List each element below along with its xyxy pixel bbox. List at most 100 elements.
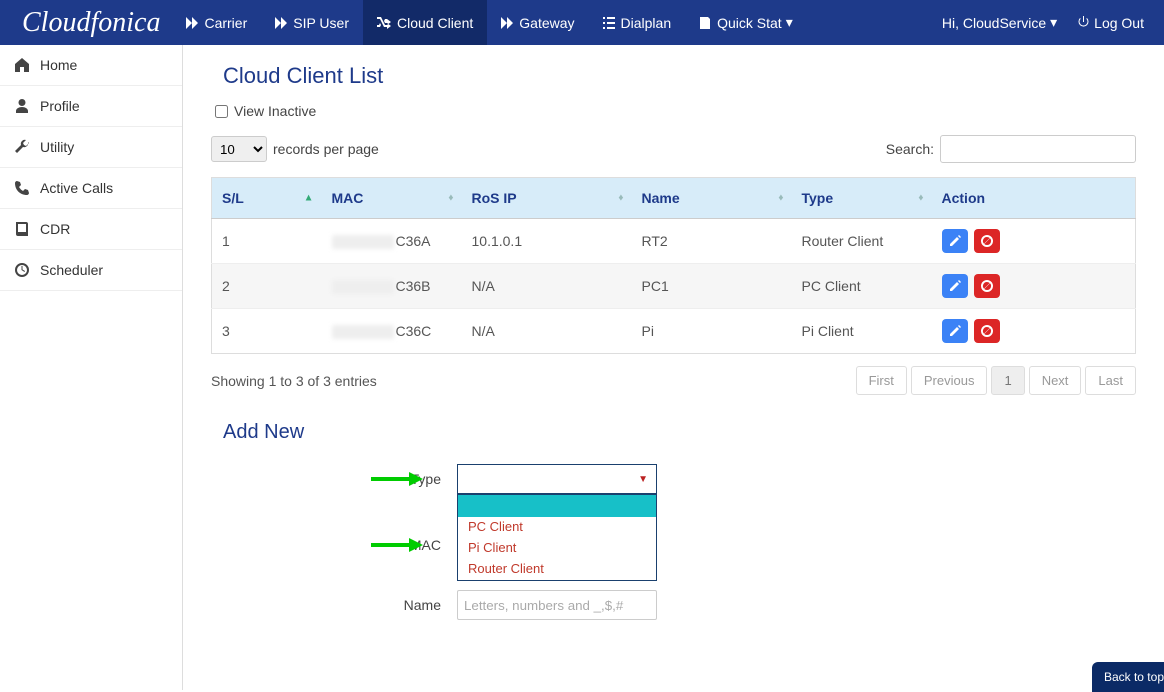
power-icon [1077, 16, 1090, 29]
sort-icon: ♦ [618, 193, 623, 204]
rpp-suffix: records per page [273, 141, 379, 157]
wrench-icon [14, 139, 30, 155]
nav-quick-stat[interactable]: Quick Stat ▾ [685, 0, 807, 45]
back-to-top-button[interactable]: Back to top [1092, 662, 1164, 692]
cell-type: Pi Client [792, 309, 932, 354]
col-action: Action [932, 178, 1136, 219]
nav-gateway[interactable]: Gateway [487, 0, 588, 45]
pager-page-1[interactable]: 1 [991, 366, 1024, 395]
table-row: 2 C36B N/A PC1 PC Client [212, 264, 1136, 309]
chevron-down-icon: ▼ [638, 474, 648, 485]
arrow-right-icon [371, 472, 423, 486]
sidebar-item-cdr[interactable]: CDR [0, 209, 182, 250]
pager-first[interactable]: First [856, 366, 907, 395]
nav-label: Gateway [519, 15, 574, 31]
pencil-icon [949, 280, 961, 292]
phone-icon [14, 180, 30, 196]
cell-name: RT2 [632, 219, 792, 264]
shuffle-icon [377, 17, 391, 29]
dropdown-option-pc[interactable]: PC Client [458, 517, 656, 538]
ban-icon [981, 235, 993, 247]
col-name[interactable]: Name♦ [632, 178, 792, 219]
name-input[interactable] [457, 590, 657, 620]
arrow-right-icon [371, 538, 423, 552]
delete-button[interactable] [974, 229, 1000, 253]
sidebar-item-label: Profile [40, 98, 80, 114]
user-area: Hi, CloudService ▾ Log Out [942, 14, 1154, 31]
nav-cloud-client[interactable]: Cloud Client [363, 0, 487, 45]
nav-label: Carrier [204, 15, 247, 31]
brand-logo: Cloudfonica [10, 7, 172, 39]
cell-rosip: N/A [462, 264, 632, 309]
sidebar-item-label: Scheduler [40, 262, 103, 278]
client-table: S/L▲ MAC♦ RoS IP♦ Name♦ Type♦ Action 1 C… [211, 177, 1136, 354]
logout-link[interactable]: Log Out [1077, 15, 1144, 31]
pencil-icon [949, 325, 961, 337]
edit-button[interactable] [942, 274, 968, 298]
search-input[interactable] [940, 135, 1136, 163]
top-nav-bar: Cloudfonica Carrier SIP User Cloud Clien… [0, 0, 1164, 45]
nav-label: Quick Stat [717, 15, 782, 31]
chevron-down-icon: ▾ [1050, 14, 1057, 31]
cell-rosip: 10.1.0.1 [462, 219, 632, 264]
col-sl[interactable]: S/L▲ [212, 178, 322, 219]
main-content: Cloud Client List View Inactive 10 recor… [183, 45, 1164, 690]
cell-sl: 2 [212, 264, 322, 309]
cell-name: Pi [632, 309, 792, 354]
list-icon [603, 17, 615, 29]
view-inactive-checkbox[interactable] [215, 105, 228, 118]
clock-icon [14, 262, 30, 278]
nav-carrier[interactable]: Carrier [172, 0, 261, 45]
cell-sl: 1 [212, 219, 322, 264]
pagination: First Previous 1 Next Last [856, 366, 1136, 395]
logout-label: Log Out [1094, 15, 1144, 31]
dropdown-selected-blank[interactable] [458, 495, 656, 517]
cell-mac: C36B [322, 264, 462, 309]
ban-icon [981, 325, 993, 337]
col-rosip[interactable]: RoS IP♦ [462, 178, 632, 219]
sidebar-item-active-calls[interactable]: Active Calls [0, 168, 182, 209]
pencil-icon [949, 235, 961, 247]
sidebar-item-home[interactable]: Home [0, 45, 182, 86]
form-row-name: Name [321, 590, 1136, 620]
pager-last[interactable]: Last [1085, 366, 1136, 395]
dropdown-option-pi[interactable]: Pi Client [458, 538, 656, 559]
type-select[interactable]: ▼ [457, 464, 657, 494]
home-icon [14, 57, 30, 73]
sidebar-item-label: Home [40, 57, 77, 73]
chevron-down-icon: ▾ [786, 14, 793, 31]
user-menu[interactable]: Hi, CloudService ▾ [942, 14, 1057, 31]
delete-button[interactable] [974, 274, 1000, 298]
form-row-mac: MAC [321, 530, 1136, 560]
col-mac[interactable]: MAC♦ [322, 178, 462, 219]
sidebar-item-scheduler[interactable]: Scheduler [0, 250, 182, 291]
col-type[interactable]: Type♦ [792, 178, 932, 219]
pager-prev[interactable]: Previous [911, 366, 988, 395]
table-row: 1 C36A 10.1.0.1 RT2 Router Client [212, 219, 1136, 264]
view-inactive-label: View Inactive [234, 103, 316, 119]
forward-icon [275, 17, 287, 29]
pager-next[interactable]: Next [1029, 366, 1082, 395]
user-icon [14, 98, 30, 114]
forward-icon [186, 17, 198, 29]
nav-dialplan[interactable]: Dialplan [589, 0, 686, 45]
view-inactive-toggle[interactable]: View Inactive [215, 103, 1136, 119]
search-label: Search: [886, 141, 934, 157]
sidebar-item-utility[interactable]: Utility [0, 127, 182, 168]
edit-button[interactable] [942, 229, 968, 253]
nav-sip-user[interactable]: SIP User [261, 0, 363, 45]
book-icon [14, 221, 30, 237]
edit-button[interactable] [942, 319, 968, 343]
rpp-select[interactable]: 10 [211, 136, 267, 162]
sidebar-item-profile[interactable]: Profile [0, 86, 182, 127]
dropdown-option-router[interactable]: Router Client [458, 559, 656, 580]
nav-label: Dialplan [621, 15, 672, 31]
page-title: Cloud Client List [223, 63, 1136, 89]
form-row-type: Type ▼ PC Client Pi Client Router Client [321, 464, 1136, 494]
user-greeting: Hi, CloudService [942, 15, 1046, 31]
forward-icon [501, 17, 513, 29]
delete-button[interactable] [974, 319, 1000, 343]
sort-icon: ♦ [918, 193, 923, 204]
sort-icon: ♦ [778, 193, 783, 204]
ban-icon [981, 280, 993, 292]
